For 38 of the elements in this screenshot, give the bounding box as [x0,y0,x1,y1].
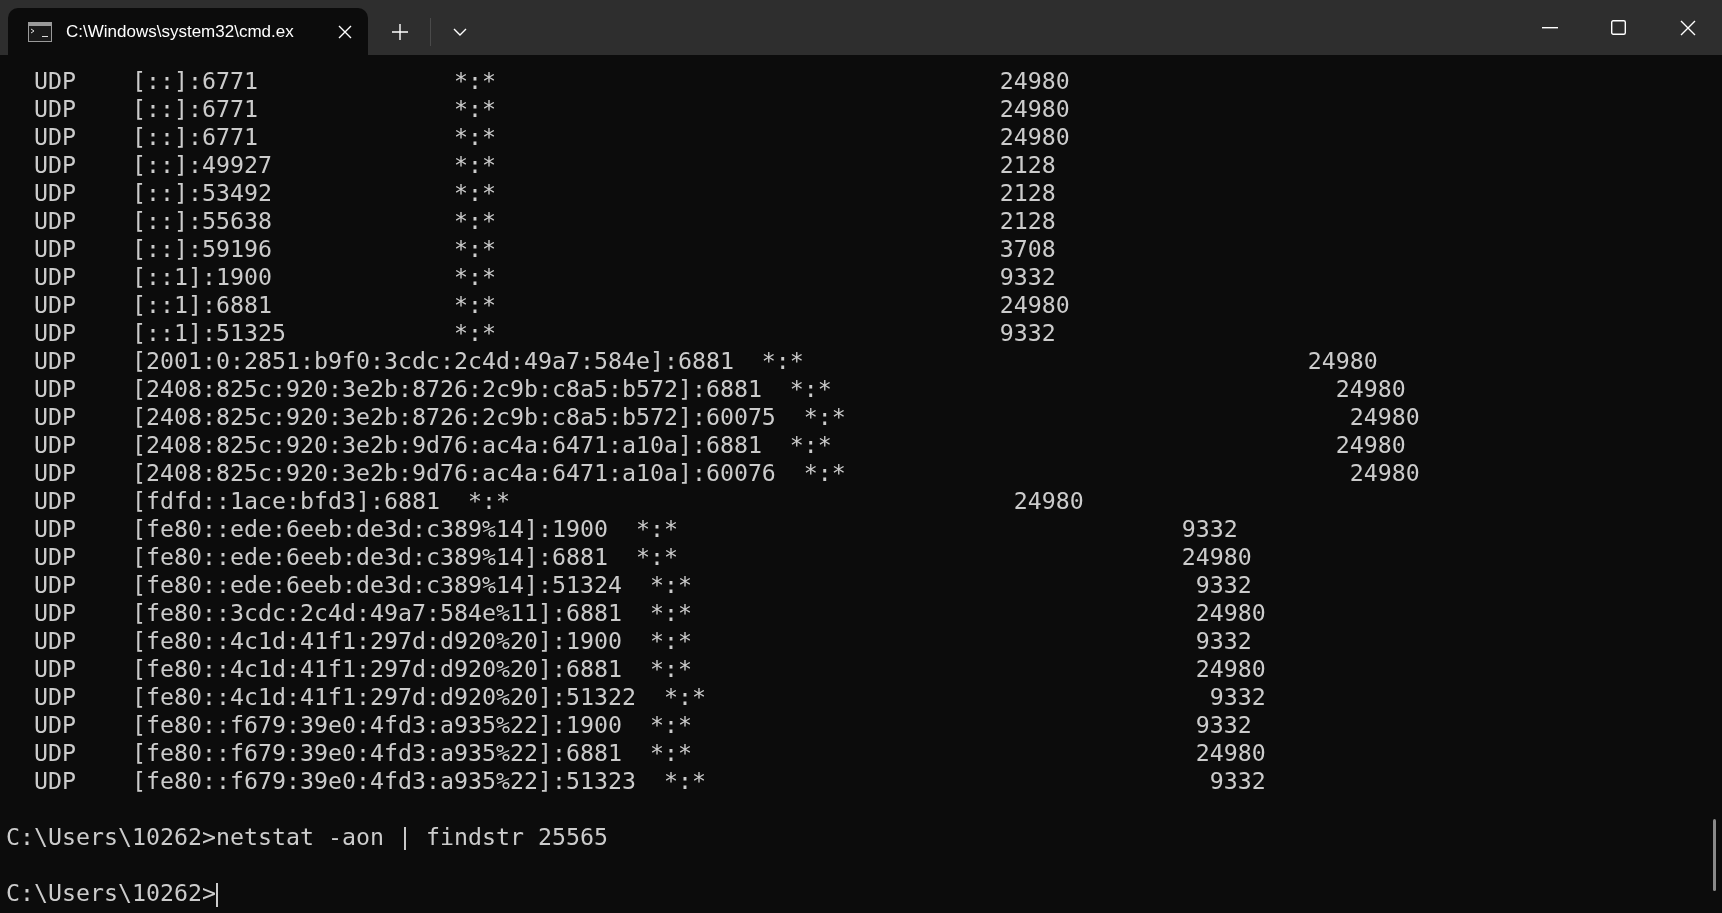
maximize-icon[interactable] [1611,20,1626,35]
output-line: UDP [::]:55638 *:* 2128 [33,207,1056,234]
output-line: UDP [::1]:51325 *:* 9332 [33,319,1056,346]
output-line: UDP [2408:825c:920:3e2b:9d76:ac4a:6471:a10a]:6881 *:* 24980 [33,431,1406,458]
output-line: UDP [fe80::f679:39e0:4fd3:a935%22]:6881 *:* 24980 [33,739,1266,766]
output-line: UDP [::]:6771 *:* 24980 [33,67,1070,94]
output-line: UDP [fe80::ede:6eeb:de3d:c389%14]:6881 *:* 24980 [33,543,1252,570]
output-line: UDP [fe80::4c1d:41f1:297d:d920%20]:51322 *:* 9332 [33,683,1266,710]
terminal-icon [28,21,52,42]
output-line: UDP [fe80::f679:39e0:4fd3:a935%22]:1900 *:* 9332 [33,711,1252,738]
output-line: UDP [2001:0:2851:b9f0:3cdc:2c4d:49a7:584e]:6881 *:* 24980 [33,347,1378,374]
prompt-line: C:\Users\10262>netstat -aon | findstr 25565 [6,823,608,850]
prompt-line: C:\Users\10262> [6,879,216,906]
output-line: UDP [fdfd::1ace:bfd3]:6881 *:* 24980 [33,487,1084,514]
output-line: UDP [::]:53492 *:* 2128 [33,179,1056,206]
chevron-down-icon[interactable] [453,27,467,36]
scrollbar-thumb[interactable] [1713,819,1716,891]
output-line: UDP [fe80::4c1d:41f1:297d:d920%20]:6881 *:* 24980 [33,655,1266,682]
output-line: UDP [2408:825c:920:3e2b:8726:2c9b:c8a5:b572]:60075 *:* 24980 [33,403,1420,430]
output-line: UDP [::]:6771 *:* 24980 [33,95,1070,122]
output-line: UDP [fe80::ede:6eeb:de3d:c389%14]:51324 *:* 9332 [33,571,1252,598]
tab-title: C:\Windows\system32\cmd.ex [66,20,295,43]
output-line: UDP [2408:825c:920:3e2b:9d76:ac4a:6471:a10a]:60076 *:* 24980 [33,459,1420,486]
output-line: UDP [fe80::3cdc:2c4d:49a7:584e%11]:6881 *:* 24980 [33,599,1266,626]
close-icon[interactable] [338,24,352,39]
output-line: UDP [::1]:6881 *:* 24980 [33,291,1070,318]
output-line: UDP [::]:6771 *:* 24980 [33,123,1070,150]
minimize-icon[interactable] [1541,26,1558,29]
output-line: UDP [::1]:1900 *:* 9332 [33,263,1056,290]
output-line: UDP [2408:825c:920:3e2b:8726:2c9b:c8a5:b572]:6881 *:* 24980 [33,375,1406,402]
output-line: UDP [::]:59196 *:* 3708 [33,235,1056,262]
close-icon[interactable] [1679,19,1696,36]
output-line: UDP [fe80::ede:6eeb:de3d:c389%14]:1900 *:* 9332 [33,515,1238,542]
output-line: UDP [fe80::f679:39e0:4fd3:a935%22]:51323 *:* 9332 [33,767,1266,794]
plus-icon[interactable] [392,23,408,40]
output-line: UDP [::]:49927 *:* 2128 [33,151,1056,178]
output-line: UDP [fe80::4c1d:41f1:297d:d920%20]:1900 *:* 9332 [33,627,1252,654]
terminal-tab[interactable]: C:\Windows\system32\cmd.ex [8,8,368,55]
